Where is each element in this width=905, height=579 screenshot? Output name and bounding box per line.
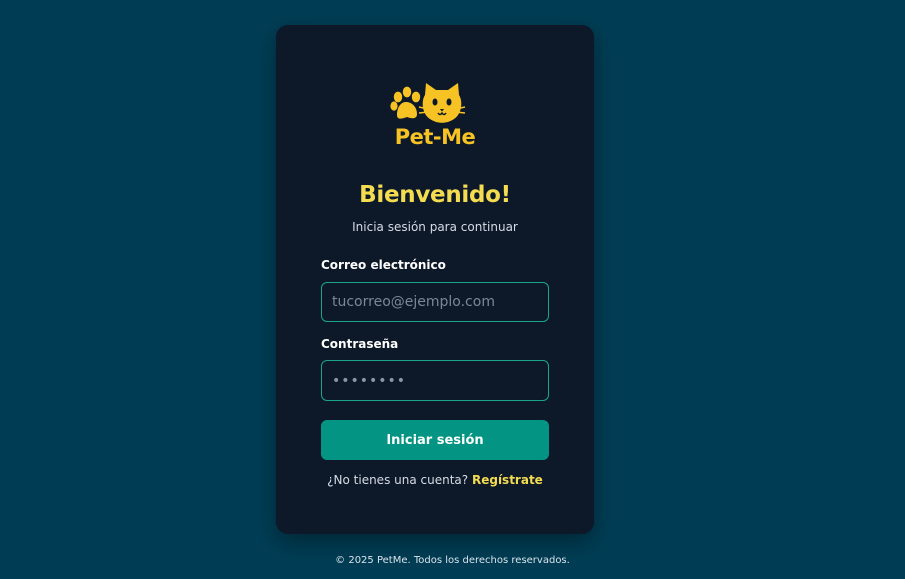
logo-graphic: [390, 83, 466, 123]
signup-prompt: ¿No tienes una cuenta? Regístrate: [276, 473, 594, 487]
page-title: Bienvenido!: [359, 182, 511, 208]
password-field[interactable]: [321, 360, 549, 401]
email-field[interactable]: [321, 282, 549, 322]
footer-copyright: © 2025 PetMe. Todos los derechos reserva…: [335, 555, 570, 566]
page-subtitle: Inicia sesión para continuar: [352, 220, 518, 234]
brand-logo: Pet-Me: [385, 83, 485, 149]
email-label: Correo electrónico: [321, 258, 446, 272]
signup-prompt-text: ¿No tienes una cuenta?: [327, 473, 469, 487]
brand-name: Pet-Me: [394, 125, 476, 149]
login-card: Pet-Me Bienvenido! Inicia sesión para co…: [276, 25, 594, 534]
signup-link[interactable]: Regístrate: [472, 473, 543, 487]
cat-icon: [418, 83, 466, 123]
password-label: Contraseña: [321, 337, 399, 351]
login-button[interactable]: Iniciar sesión: [321, 420, 549, 460]
paw-icon: [390, 86, 421, 119]
logo-icons: [385, 83, 485, 125]
